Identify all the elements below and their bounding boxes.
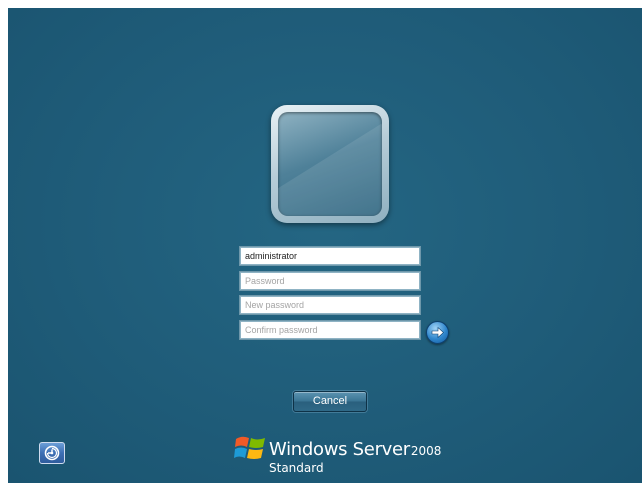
- logon-screen: Cancel Windows Server2008 Standard: [8, 8, 642, 483]
- product-version: 2008: [410, 444, 442, 458]
- ease-of-access-icon: [44, 445, 60, 461]
- windows-server-branding: Windows Server2008 Standard: [234, 431, 454, 479]
- windows-logo-icon: [234, 436, 265, 459]
- password-field[interactable]: [240, 272, 420, 290]
- product-edition: Standard: [269, 461, 324, 475]
- new-password-field[interactable]: [240, 296, 420, 314]
- confirm-password-field[interactable]: [240, 321, 420, 339]
- cancel-button[interactable]: Cancel: [293, 391, 367, 412]
- arrow-right-icon: [431, 326, 444, 339]
- product-name-label: Windows Server: [269, 439, 410, 460]
- ease-of-access-button[interactable]: [39, 442, 65, 464]
- submit-arrow-button[interactable]: [426, 321, 449, 344]
- product-name: Windows Server2008: [269, 439, 441, 460]
- username-field[interactable]: [240, 247, 420, 265]
- user-tile: [271, 105, 389, 223]
- user-picture-placeholder: [278, 112, 382, 216]
